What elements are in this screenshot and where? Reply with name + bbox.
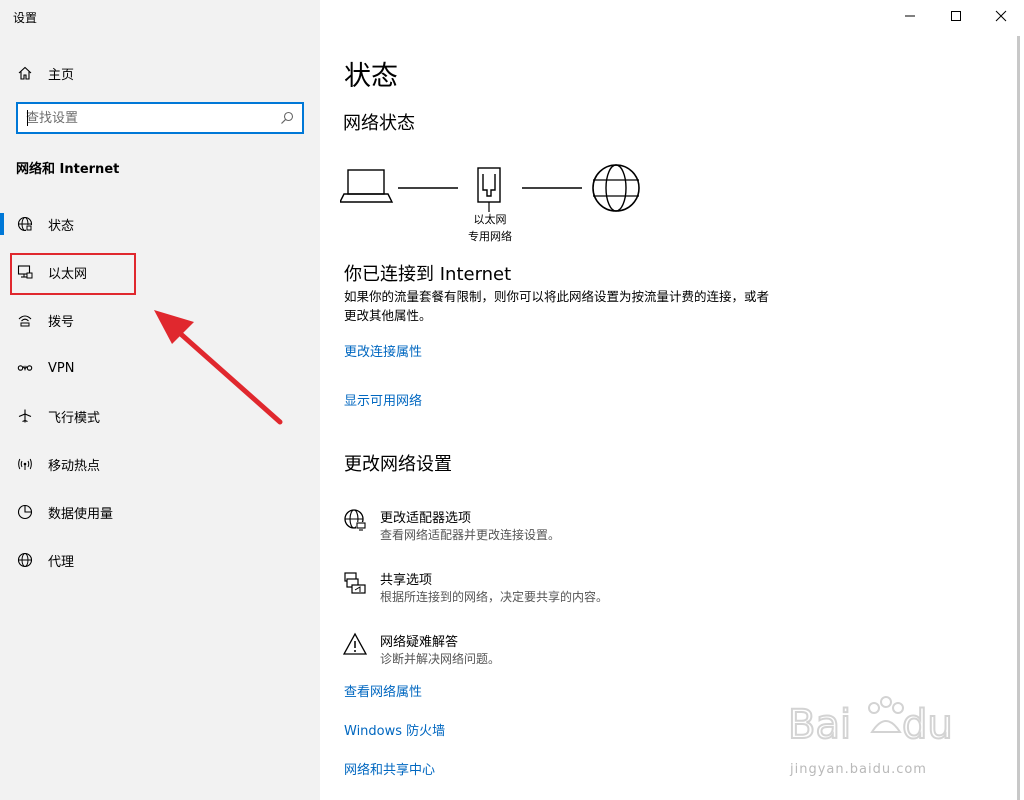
laptop-icon [340, 169, 394, 203]
option-title: 网络疑难解答 [380, 635, 459, 650]
home-icon [16, 64, 34, 82]
annotation-highlight-box [10, 253, 136, 295]
internet-globe-icon [592, 164, 640, 212]
sidebar-item-label: 状态 [48, 218, 75, 234]
connected-description: 如果你的流量套餐有限制，则你可以将此网络设置为按流量计费的连接，或者更改其他属性… [344, 289, 770, 323]
sidebar-item-proxy[interactable]: 代理 [0, 540, 320, 580]
adapter-globe-icon [344, 509, 366, 531]
sidebar-home-label: 主页 [48, 67, 75, 83]
search-icon[interactable] [280, 111, 294, 125]
sidebar-item-label: 数据使用量 [48, 506, 114, 522]
maximize-icon [951, 11, 961, 21]
sidebar-item-label: 移动热点 [48, 458, 101, 474]
globe-icon [16, 551, 34, 569]
sidebar-item-label: 代理 [48, 554, 75, 570]
svg-text:du: du [902, 702, 953, 748]
minimize-icon [905, 15, 915, 17]
close-icon [995, 10, 1007, 22]
connected-title: 你已连接到 Internet [344, 264, 512, 285]
network-type-label: 专用网络 [468, 230, 512, 243]
adapter-name-label: 以太网 [473, 213, 507, 226]
text-caret [27, 110, 28, 126]
vpn-icon [16, 359, 34, 377]
minimize-button[interactable] [887, 0, 933, 32]
svg-text:Bai: Bai [788, 702, 851, 748]
option-description: 诊断并解决网络问题。 [380, 652, 501, 666]
sidebar-item-status[interactable]: 状态 [0, 204, 320, 244]
sidebar-item-label: VPN [48, 360, 75, 376]
watermark-text: jingyan.baidu.com [790, 762, 927, 777]
option-title: 更改适配器选项 [380, 511, 472, 526]
windows-firewall-link[interactable]: Windows 防火墙 [344, 720, 445, 739]
sidebar-item-home[interactable]: 主页 [0, 53, 320, 93]
sharing-icon [344, 572, 366, 594]
search-input[interactable] [26, 109, 274, 127]
show-available-networks-link[interactable]: 显示可用网络 [344, 390, 422, 409]
data-usage-icon [16, 503, 34, 521]
network-sharing-center-link[interactable]: 网络和共享中心 [344, 759, 435, 778]
sidebar-item-label: 飞行模式 [48, 410, 101, 426]
option-description: 查看网络适配器并更改连接设置。 [380, 528, 561, 542]
close-button[interactable] [978, 0, 1024, 32]
view-network-properties-link[interactable]: 查看网络属性 [344, 681, 422, 700]
warning-icon [343, 632, 367, 655]
maximize-button[interactable] [933, 0, 979, 32]
change-connection-properties-link[interactable]: 更改连接属性 [344, 341, 422, 360]
sidebar-item-hotspot[interactable]: 移动热点 [0, 444, 320, 484]
section-label: 网络和 Internet [16, 162, 120, 177]
search-box[interactable] [16, 102, 304, 134]
window-title: 设置 [13, 11, 38, 25]
sidebar-item-data-usage[interactable]: 数据使用量 [0, 492, 320, 532]
annotation-arrow [154, 310, 283, 425]
airplane-icon [16, 407, 34, 425]
scrollbar[interactable] [1017, 36, 1020, 800]
option-description: 根据所连接到的网络，决定要共享的内容。 [380, 590, 609, 604]
change-network-settings-heading: 更改网络设置 [344, 454, 452, 475]
network-status-heading: 网络状态 [343, 113, 415, 134]
globe-status-icon [16, 215, 34, 233]
dialup-icon [16, 311, 34, 329]
hotspot-icon [16, 455, 34, 473]
ethernet-port-icon [477, 167, 501, 212]
option-title: 共享选项 [380, 573, 433, 588]
page-title: 状态 [344, 61, 398, 92]
sidebar-item-label: 拨号 [48, 314, 75, 330]
